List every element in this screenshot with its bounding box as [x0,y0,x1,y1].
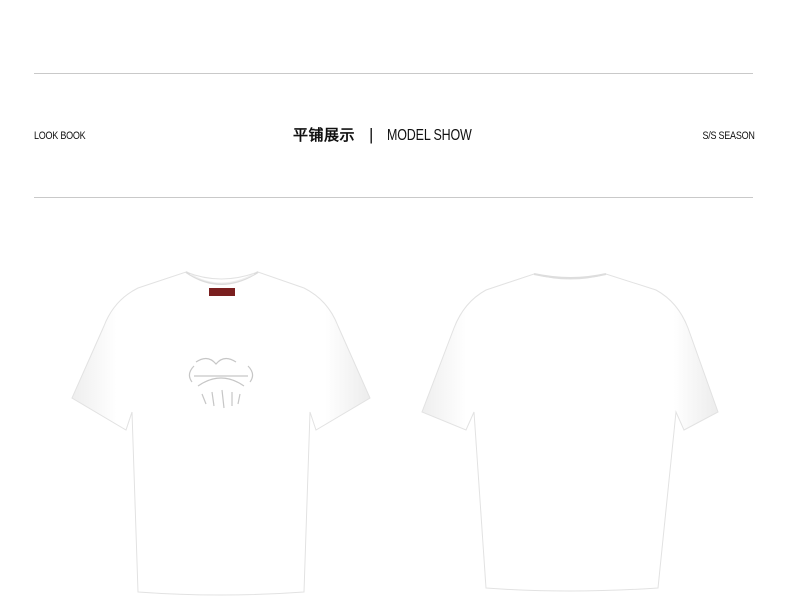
bottom-divider [34,197,753,198]
tshirt-front-image [66,262,376,602]
top-divider [34,73,753,74]
tshirt-back-image [416,262,726,602]
tshirt-back-illustration [421,273,719,592]
season-label: S/S SEASON [702,130,755,142]
section-header: LOOK BOOK 平铺展示 | MODEL SHOW S/S SEASON [34,124,755,152]
section-title: 平铺展示 | MODEL SHOW [34,124,755,145]
neck-label [209,288,235,296]
tshirt-front-illustration [71,271,371,596]
title-cn: 平铺展示 [293,126,356,144]
title-separator: | [369,125,374,144]
title-en: MODEL SHOW [387,127,473,144]
